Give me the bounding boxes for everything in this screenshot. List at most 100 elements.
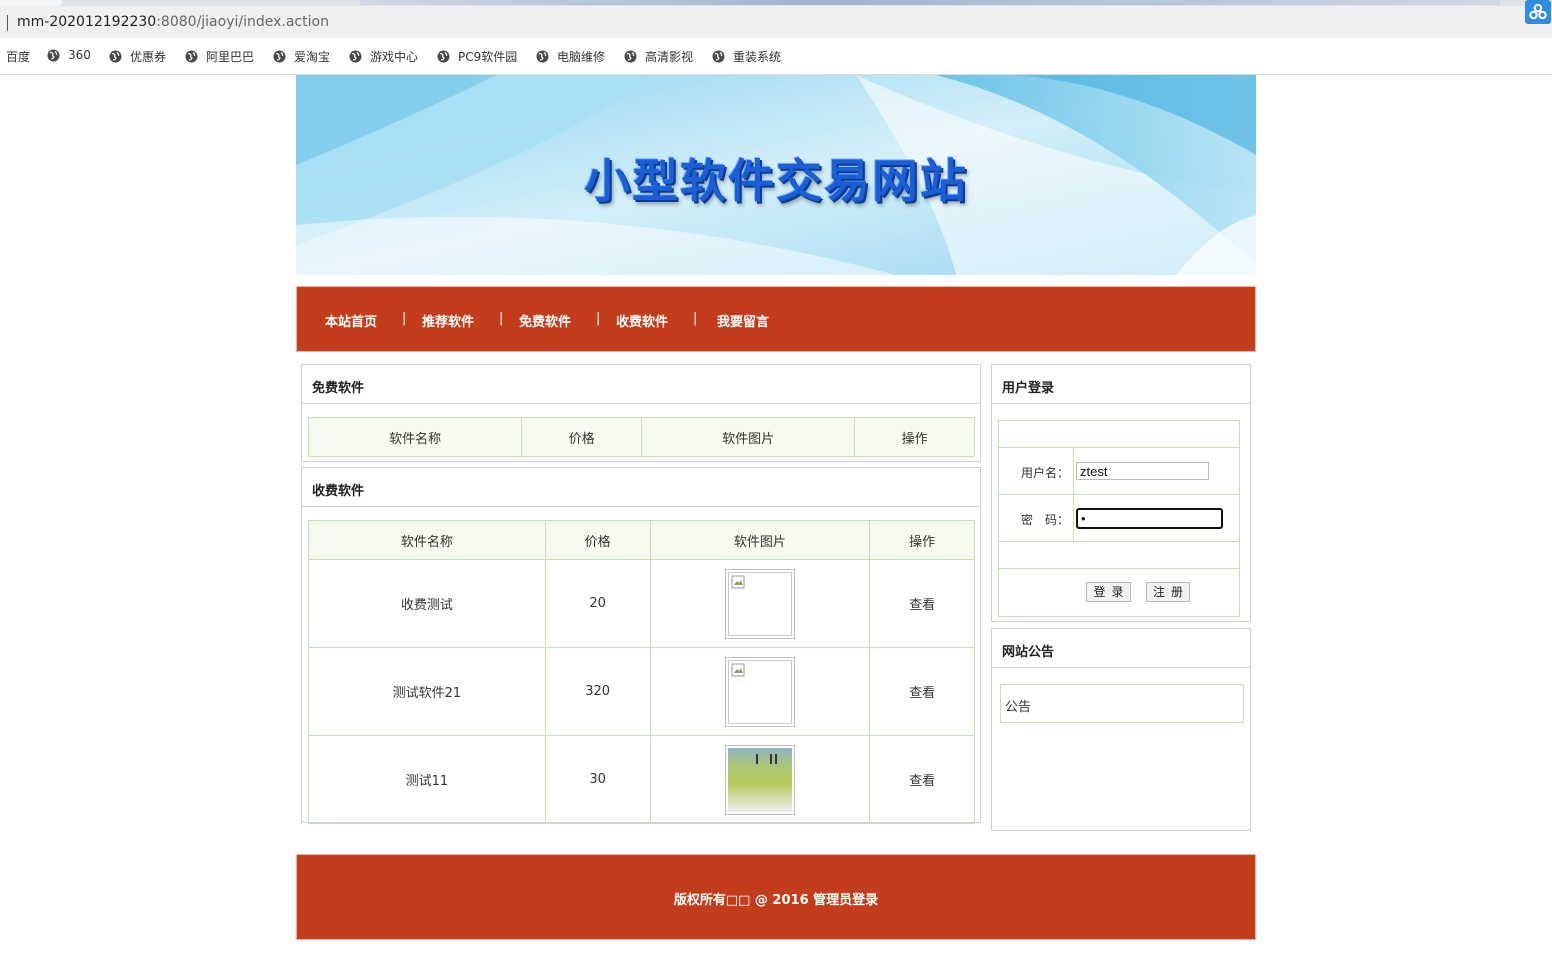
nav-recommended[interactable]: 推荐软件 — [422, 311, 474, 330]
bookmark-label: 电脑维修 — [557, 50, 606, 64]
nav-separator: | — [499, 311, 504, 326]
col-name: 软件名称 — [308, 520, 546, 560]
software-price: 320 — [544, 647, 651, 736]
table-row: 测试软件21 320 查看 — [308, 647, 975, 736]
site-footer: 版权所有□□ @ 2016 管理员登录 — [296, 854, 1256, 940]
login-panel: 用户登录 用户名： ztest 密 码： • 登录 注册 — [991, 364, 1251, 622]
panel-header: 免费软件 — [302, 365, 980, 404]
nav-free[interactable]: 免费软件 — [519, 311, 571, 330]
globe-icon — [47, 49, 60, 61]
software-thumbnail[interactable] — [724, 568, 795, 639]
globe-icon — [437, 50, 450, 63]
software-price: 30 — [544, 735, 651, 824]
bookmark-9[interactable]: 重装系统 — [712, 48, 781, 65]
view-link[interactable]: 查看 — [869, 647, 975, 736]
nav-home[interactable]: 本站首页 — [325, 311, 377, 330]
bookmark-label: 360 — [68, 48, 91, 62]
globe-icon — [624, 50, 637, 63]
bookmark-4[interactable]: 爱淘宝 — [273, 48, 330, 65]
col-name: 软件名称 — [307, 417, 523, 457]
software-image-cell — [649, 647, 871, 736]
bookmark-5[interactable]: 游戏中心 — [349, 48, 418, 65]
bookmark-label: 游戏中心 — [370, 50, 419, 64]
url-host: mm-202012192230 — [17, 14, 157, 30]
software-thumbnail[interactable] — [724, 744, 795, 815]
paid-software-table: 软件名称 价格 软件图片 操作 收费测试 20 查看 测试软件21 320 查看 — [308, 520, 975, 824]
bookmark-label: PC9软件园 — [458, 50, 518, 64]
footer-text: 版权所有□□ @ 2016 管理员登录 — [297, 889, 1255, 908]
col-action: 操作 — [854, 417, 975, 457]
globe-icon — [185, 50, 198, 63]
col-image: 软件图片 — [640, 417, 856, 457]
software-price: 20 — [544, 559, 651, 648]
bookmark-label: 重装系统 — [733, 50, 782, 64]
password-label: 密 码： — [1021, 513, 1070, 527]
panel-header: 用户登录 — [992, 365, 1250, 404]
software-thumbnail[interactable] — [724, 656, 795, 727]
url-path: :8080/jiaoyi/index.action — [156, 14, 329, 30]
software-image-cell — [649, 735, 871, 824]
nav-separator: | — [596, 311, 601, 326]
col-price: 价格 — [544, 520, 651, 560]
bookmark-8[interactable]: 高清影视 — [624, 48, 693, 65]
login-row-spacer — [999, 542, 1239, 569]
bookmark-0[interactable]: 百度 — [6, 48, 30, 65]
table-row: 收费测试 20 查看 — [308, 559, 975, 648]
address-bar[interactable]: mm-202012192230:8080/jiaoyi/index.action — [0, 6, 1552, 38]
view-link[interactable]: 查看 — [869, 735, 975, 824]
software-image-cell — [649, 559, 871, 648]
login-row-spacer — [999, 421, 1239, 448]
view-link[interactable]: 查看 — [869, 559, 975, 648]
bookmark-7[interactable]: 电脑维修 — [536, 48, 605, 65]
globe-icon — [109, 50, 122, 63]
bookmark-6[interactable]: PC9软件园 — [437, 48, 517, 65]
col-price: 价格 — [521, 417, 642, 457]
nav-message[interactable]: 我要留言 — [717, 311, 769, 330]
panel-title: 收费软件 — [312, 484, 365, 499]
cloud-extension-icon[interactable] — [1525, 0, 1551, 24]
notice-content: 公告 — [1000, 684, 1244, 723]
free-software-table: 软件名称 价格 软件图片 操作 — [307, 417, 975, 457]
admin-login-link[interactable]: 管理员登录 — [813, 893, 878, 908]
site-banner: 小型软件交易网站 — [296, 75, 1256, 275]
col-image: 软件图片 — [649, 520, 871, 560]
bookmark-label: 高清影视 — [645, 50, 694, 64]
paid-software-panel: 收费软件 软件名称 价格 软件图片 操作 收费测试 20 查看 测试软件21 3… — [301, 467, 981, 824]
software-name: 收费测试 — [308, 559, 546, 648]
login-button[interactable]: 登录 — [1086, 582, 1131, 602]
username-input[interactable]: ztest — [1076, 462, 1209, 480]
globe-icon — [536, 50, 549, 63]
notice-panel: 网站公告 公告 — [991, 628, 1251, 831]
software-name: 测试11 — [308, 735, 546, 824]
table-row: 测试11 30 查看 — [308, 735, 975, 824]
address-url[interactable]: mm-202012192230:8080/jiaoyi/index.action — [17, 14, 329, 30]
tabstrip-bar — [360, 0, 1500, 5]
grass-photo — [727, 747, 792, 812]
bookmark-2[interactable]: 优惠券 — [109, 48, 166, 65]
row-divider — [1073, 495, 1074, 541]
software-name: 测试软件21 — [308, 647, 546, 736]
main-nav: 本站首页 | 推荐软件 | 免费软件 | 收费软件 | 我要留言 — [296, 286, 1256, 352]
bookmark-1[interactable]: 360 — [47, 48, 91, 62]
free-software-panel: 免费软件 软件名称 价格 软件图片 操作 — [301, 364, 981, 462]
row-divider — [1073, 448, 1074, 494]
panel-header: 收费软件 — [302, 468, 980, 507]
nav-separator: | — [402, 311, 407, 326]
text-caret — [7, 15, 8, 31]
password-row: 密 码： • — [999, 495, 1239, 542]
banner-title: 小型软件交易网站 — [584, 154, 968, 208]
register-button[interactable]: 注册 — [1146, 582, 1190, 602]
password-input[interactable]: • — [1076, 508, 1223, 529]
bookmark-label: 阿里巴巴 — [206, 50, 255, 64]
login-form: 用户名： ztest 密 码： • 登录 注册 — [998, 420, 1240, 617]
globe-icon — [349, 50, 362, 63]
panel-title: 网站公告 — [1002, 645, 1055, 660]
table-header-row: 软件名称 价格 软件图片 操作 — [308, 520, 975, 560]
username-row: 用户名： ztest — [999, 448, 1239, 495]
panel-header: 网站公告 — [992, 629, 1250, 668]
username-label: 用户名： — [1021, 466, 1070, 480]
globe-icon — [712, 50, 725, 63]
nav-paid[interactable]: 收费软件 — [616, 311, 668, 330]
bookmark-label: 爱淘宝 — [294, 50, 331, 64]
bookmark-3[interactable]: 阿里巴巴 — [185, 48, 254, 65]
